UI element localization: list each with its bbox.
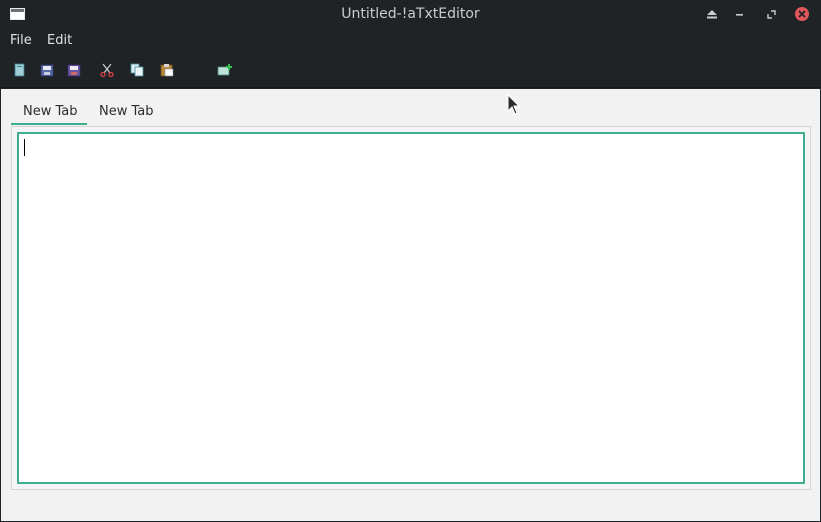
eject-icon[interactable] — [705, 7, 719, 21]
add-tab-icon[interactable] — [217, 63, 232, 77]
menu-file[interactable]: File — [10, 33, 32, 48]
close-icon[interactable] — [795, 7, 809, 21]
tab-new-tab-2[interactable]: New Tab — [87, 101, 163, 125]
menu-bar: File Edit — [0, 28, 821, 54]
main-content: New Tab New Tab — [1, 89, 820, 521]
title-bar: Untitled-!aTxtEditor — [0, 0, 821, 28]
minimize-icon[interactable] — [733, 7, 747, 21]
paste-icon[interactable] — [160, 63, 174, 77]
tab-new-tab-1[interactable]: New Tab — [11, 101, 87, 125]
text-editor[interactable] — [17, 132, 805, 484]
new-file-icon[interactable] — [13, 63, 27, 77]
text-caret — [24, 139, 25, 156]
save-icon[interactable] — [40, 63, 54, 77]
window-title: Untitled-!aTxtEditor — [341, 6, 480, 22]
mouse-pointer-icon — [507, 93, 521, 120]
menu-edit[interactable]: Edit — [47, 33, 72, 48]
restore-icon[interactable] — [764, 7, 778, 21]
copy-icon[interactable] — [130, 63, 144, 77]
save-as-icon[interactable] — [67, 63, 81, 77]
tab-panel — [11, 126, 811, 490]
cut-icon[interactable] — [100, 63, 114, 77]
toolbar — [0, 54, 821, 88]
